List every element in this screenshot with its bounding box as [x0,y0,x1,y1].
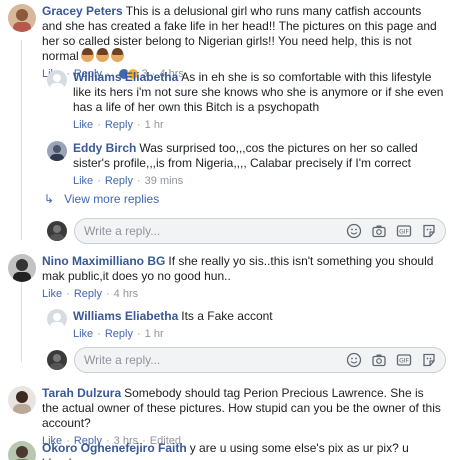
reply-arrow-icon: ↳ [44,192,55,206]
like-button[interactable]: Like [73,327,93,341]
reply-placeholder: Write a reply... [84,353,161,367]
timestamp[interactable]: 1 hr [145,118,164,132]
comment-text: Its a Fake accont [181,309,273,323]
avatar[interactable] [8,386,36,414]
gif-icon[interactable]: GIF [396,223,412,239]
comment-nino-maximilliano: Nino Maximilliano BG If she really yo sis… [8,254,448,301]
avatar[interactable] [47,309,67,329]
author-name[interactable]: Nino Maximilliano BG [42,254,165,268]
timestamp[interactable]: 1 hr [145,327,164,341]
author-name[interactable]: Okoro Oghenefejiro Faith [42,441,187,455]
view-more-replies-link[interactable]: ↳ View more replies [44,192,159,206]
avatar [47,221,67,241]
view-more-label: View more replies [64,192,160,206]
author-name[interactable]: Gracey Peters [42,4,123,18]
reply-williams-eliabetha: Williams Eliabetha As in eh she is so com… [47,70,447,132]
timestamp[interactable]: 39 mins [145,174,184,188]
avatar[interactable] [8,441,36,460]
author-name[interactable]: Williams Eliabetha [73,309,178,323]
emoji-icon [110,48,124,62]
avatar[interactable] [8,4,36,32]
svg-text:GIF: GIF [399,229,409,236]
reply-input[interactable]: Write a reply... GIF [74,218,446,244]
avatar[interactable] [47,141,67,161]
reply-composer: Write a reply... GIF [47,218,446,244]
timestamp[interactable]: 4 hrs [114,287,138,301]
avatar[interactable] [47,70,67,90]
smiley-icon[interactable] [346,352,362,368]
comment-okoro-oghenefejiro-faith: Okoro Oghenefejiro Faith y are u using so… [8,441,448,460]
reply-placeholder: Write a reply... [84,224,161,238]
avatar [47,350,67,370]
reply-button[interactable]: Reply [105,327,133,341]
reply-williams-eliabetha: Williams Eliabetha Its a Fake accont Like… [47,309,447,341]
emoji-icon [80,48,94,62]
reply-composer: Write a reply... GIF [47,347,446,373]
like-button[interactable]: Like [73,174,93,188]
reply-input[interactable]: Write a reply... GIF [74,347,446,373]
camera-icon[interactable] [371,223,387,239]
svg-text:GIF: GIF [399,358,409,365]
comment-tarah-dulzura: Tarah Dulzura Somebody should tag Perion … [8,386,448,448]
reply-button[interactable]: Reply [74,287,102,301]
avatar[interactable] [8,254,36,282]
author-name[interactable]: Tarah Dulzura [42,386,121,400]
emoji-icon [95,48,109,62]
like-button[interactable]: Like [73,118,93,132]
gif-icon[interactable]: GIF [396,352,412,368]
like-button[interactable]: Like [42,287,62,301]
reply-eddy-birch: Eddy Birch Was surprised too,,,cos the pi… [47,141,447,188]
author-name[interactable]: Williams Eliabetha [73,70,178,84]
reply-button[interactable]: Reply [105,174,133,188]
sticker-icon[interactable] [421,223,437,239]
author-name[interactable]: Eddy Birch [73,141,136,155]
smiley-icon[interactable] [346,223,362,239]
camera-icon[interactable] [371,352,387,368]
sticker-icon[interactable] [421,352,437,368]
reply-button[interactable]: Reply [105,118,133,132]
